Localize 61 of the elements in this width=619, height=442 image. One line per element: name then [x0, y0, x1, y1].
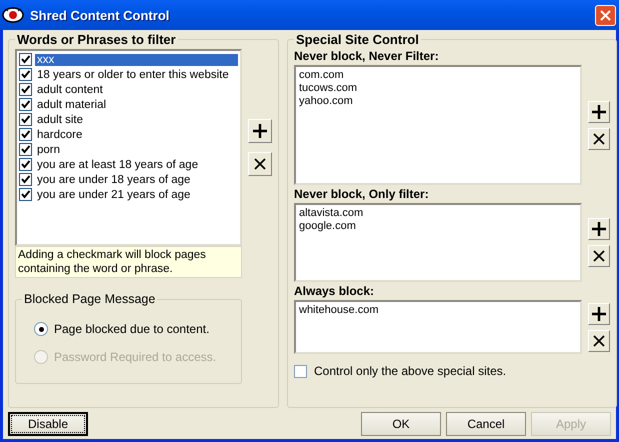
plus-icon [252, 123, 268, 139]
phrase-item[interactable]: you are at least 18 years of age [35, 158, 200, 170]
dialog-button[interactable]: Cancel [446, 412, 526, 436]
site-item[interactable]: com.com [299, 69, 577, 82]
close-icon [600, 10, 611, 20]
phrase-item[interactable]: 18 years or older to enter this website [35, 68, 231, 80]
list-label: Never block, Never Filter: [294, 49, 440, 63]
phrase-item[interactable]: hardcore [35, 128, 84, 140]
eye-icon [2, 6, 24, 24]
remove-button[interactable] [588, 128, 610, 150]
checkbox[interactable] [19, 83, 32, 96]
checkbox-label: Control only the above special sites. [314, 364, 506, 378]
dialog-button[interactable]: Disable [8, 412, 88, 436]
checkbox[interactable] [294, 364, 307, 378]
checkbox[interactable] [19, 158, 32, 171]
checkbox[interactable] [19, 68, 32, 81]
cross-icon [591, 248, 607, 264]
add-button[interactable] [248, 119, 272, 143]
plus-icon [591, 104, 607, 120]
checkbox[interactable] [19, 53, 32, 66]
radio-label: Page blocked due to content. [54, 322, 210, 336]
checkbox[interactable] [19, 188, 32, 201]
group-title: Special Site Control [295, 32, 420, 47]
site-item[interactable]: yahoo.com [299, 95, 577, 108]
window-title: Shred Content Control [30, 8, 170, 22]
list-label: Always block: [294, 284, 376, 298]
site-item[interactable]: google.com [299, 220, 577, 233]
checkbox[interactable] [19, 128, 32, 141]
cross-icon [591, 130, 607, 146]
checkbox[interactable] [19, 173, 32, 186]
close-button[interactable] [595, 4, 616, 26]
group-title: Blocked Page Message [23, 292, 156, 306]
checkbox[interactable] [19, 143, 32, 156]
add-button[interactable] [588, 100, 610, 122]
add-button[interactable] [588, 302, 610, 324]
remove-button[interactable] [588, 330, 610, 352]
hint-text: Adding a checkmark will block pages containing the word or phrase. [15, 246, 242, 278]
site-item[interactable]: altavista.com [299, 207, 577, 220]
site-item[interactable]: whitehouse.com [299, 304, 577, 317]
cross-icon [252, 156, 268, 172]
remove-button[interactable] [248, 152, 272, 176]
phrase-item[interactable]: you are under 21 years of age [35, 188, 192, 200]
site-item[interactable]: tucows.com [299, 82, 577, 95]
radio-button[interactable] [34, 322, 48, 336]
list-label: Never block, Only filter: [294, 187, 430, 201]
phrase-item[interactable]: adult content [35, 84, 105, 96]
dialog-button[interactable]: OK [361, 412, 441, 436]
remove-button[interactable] [588, 245, 610, 267]
phrase-item[interactable]: adult site [35, 114, 86, 126]
phrase-item[interactable]: you are under 18 years of age [35, 174, 192, 186]
checkbox[interactable] [19, 98, 32, 111]
plus-icon [591, 221, 607, 237]
plus-icon [591, 306, 607, 322]
group-title: Words or Phrases to filter [16, 32, 177, 47]
radio-label: Password Required to access. [54, 350, 216, 364]
phrase-item[interactable]: adult material [35, 98, 108, 110]
checkbox[interactable] [19, 113, 32, 126]
cross-icon [591, 332, 607, 348]
phrase-item[interactable]: xxx [35, 54, 238, 66]
add-button[interactable] [588, 218, 610, 240]
phrase-item[interactable]: porn [35, 144, 62, 156]
